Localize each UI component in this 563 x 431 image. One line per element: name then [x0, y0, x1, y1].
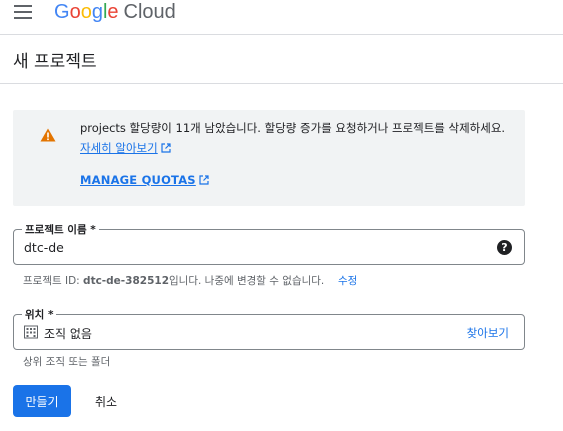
location-value: 조직 없음 [44, 327, 92, 341]
logo-letter: o [69, 1, 81, 23]
browse-button[interactable]: 찾아보기 [467, 325, 509, 341]
manage-quotas-label: MANAGE QUOTAS [80, 173, 196, 187]
external-link-icon [161, 143, 171, 153]
edit-project-id-link[interactable]: 수정 [338, 273, 357, 288]
help-circle-icon[interactable]: ? [497, 240, 512, 255]
quota-warning-message: projects 할당량이 11개 남았습니다. 할당량 증가를 요청하거나 프… [80, 121, 506, 135]
title-divider [0, 83, 563, 84]
external-link-icon [199, 175, 209, 185]
logo-letter: o [80, 1, 92, 23]
logo-letter: g [91, 1, 103, 23]
project-id-hint: 프로젝트 ID: dtc-de-382512입니다. 나중에 변경할 수 없습니… [23, 273, 324, 288]
create-button[interactable]: 만들기 [13, 385, 71, 417]
location-hint: 상위 조직 또는 폴더 [23, 356, 111, 368]
top-app-bar: Google Cloud [0, 0, 563, 34]
location-field[interactable]: 위치 * 조직 없음 찾아보기 [13, 307, 525, 350]
project-id-value: dtc-de-382512 [83, 275, 169, 287]
project-name-input[interactable]: dtc-de [24, 240, 64, 255]
cancel-button[interactable]: 취소 [85, 385, 127, 417]
project-id-suffix: 입니다. 나중에 변경할 수 없습니다. [169, 275, 325, 287]
organization-icon [24, 325, 38, 339]
page-title: 새 프로젝트 [13, 52, 97, 72]
logo-product: Cloud [123, 1, 176, 23]
project-name-field[interactable]: 프로젝트 이름 * dtc-de ? [13, 222, 525, 265]
quota-warning-card: projects 할당량이 11개 남았습니다. 할당량 증가를 요청하거나 프… [13, 110, 525, 206]
learn-more-link[interactable]: 자세히 알아보기 [80, 141, 158, 155]
location-label: 위치 * [22, 307, 57, 322]
quota-warning-text: projects 할당량이 11개 남았습니다. 할당량 증가를 요청하거나 프… [80, 118, 515, 158]
project-id-prefix: 프로젝트 ID: [23, 275, 84, 287]
logo-letter: G [54, 1, 70, 23]
google-cloud-logo[interactable]: Google Cloud [54, 0, 176, 24]
logo-letter: e [107, 1, 119, 23]
hamburger-menu-icon[interactable] [14, 5, 34, 19]
project-name-label: 프로젝트 이름 * [22, 222, 99, 237]
warning-icon [40, 128, 56, 142]
manage-quotas-link[interactable]: MANAGE QUOTAS [80, 173, 209, 187]
header-divider [0, 34, 563, 35]
